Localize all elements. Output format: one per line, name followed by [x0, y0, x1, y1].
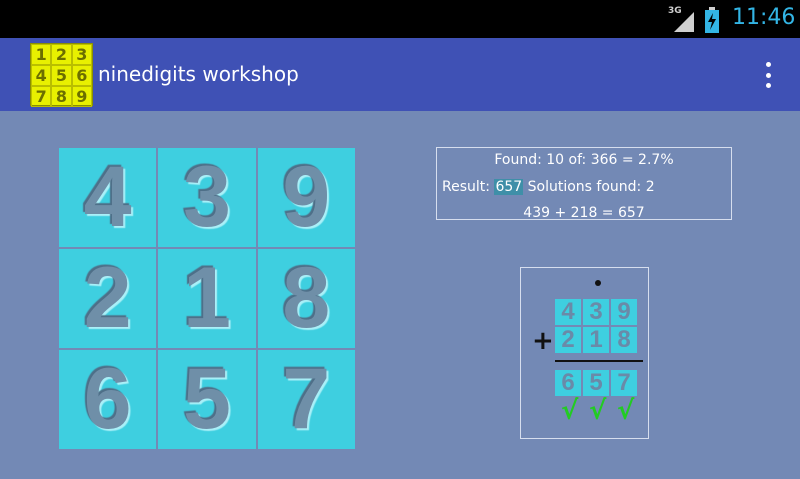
status-bar: 3G 11:46: [0, 0, 800, 38]
found-text: Found: 10 of: 366 = 2.7%: [494, 152, 674, 168]
digit-cell[interactable]: 1: [158, 249, 256, 348]
check-icon: √: [589, 396, 607, 426]
battery-charging-icon: [705, 7, 719, 33]
logo-digit: 8: [51, 86, 72, 107]
addend-digit: 8: [611, 326, 637, 353]
logo-digit: 3: [71, 44, 92, 65]
sum-row: 6 5 7: [555, 369, 637, 396]
sum-line: [555, 360, 643, 362]
logo-digit: 7: [31, 86, 52, 107]
addend-digit: 9: [611, 298, 637, 325]
logo-digit: 2: [51, 44, 72, 65]
addend-digit: 3: [583, 298, 609, 325]
sum-digit: 6: [555, 369, 581, 396]
digit-cell[interactable]: 3: [158, 148, 256, 247]
logo-digit: 5: [51, 65, 72, 86]
digit-cell[interactable]: 5: [158, 350, 256, 449]
addend-row-2: 2 1 8: [555, 326, 637, 353]
result-label: Result:: [442, 179, 490, 195]
logo-digit: 6: [71, 65, 92, 86]
solutions-text: Solutions found: 2: [527, 179, 655, 195]
result-line: Result: 657 Solutions found: 2: [442, 179, 655, 195]
overflow-menu-icon[interactable]: [758, 62, 778, 88]
sum-digit: 5: [583, 369, 609, 396]
sum-digit: 7: [611, 369, 637, 396]
addition-panel: 4 3 9 2 1 8 + 6 5 7 √ √ √: [520, 267, 649, 439]
digit-cell[interactable]: 4: [59, 148, 157, 247]
digit-cell[interactable]: 6: [59, 350, 157, 449]
check-icon: √: [561, 396, 579, 426]
digit-grid: 4 3 9 2 1 8 6 5 7: [59, 148, 355, 449]
info-panel: Found: 10 of: 366 = 2.7% Result: 657 Sol…: [436, 147, 732, 221]
signal-icon: [674, 12, 694, 32]
addend-digit: 4: [555, 298, 581, 325]
plus-sign: +: [532, 326, 554, 356]
digit-cell[interactable]: 9: [257, 148, 355, 247]
digit-cell[interactable]: 2: [59, 249, 157, 348]
logo-digit: 1: [31, 44, 52, 65]
digit-cell[interactable]: 7: [257, 350, 355, 449]
addend-digit: 2: [555, 326, 581, 353]
clock: 11:46: [732, 5, 796, 30]
addend-digit: 1: [583, 326, 609, 353]
app-logo: 1 2 3 4 5 6 7 8 9: [30, 43, 93, 107]
carry-dot: [595, 280, 601, 286]
equation-text: 439 + 218 = 657: [523, 205, 645, 221]
app-bar: 1 2 3 4 5 6 7 8 9 ninedigits workshop: [0, 38, 800, 111]
digit-cell[interactable]: 8: [257, 249, 355, 348]
logo-digit: 4: [31, 65, 52, 86]
check-icon: √: [617, 396, 635, 426]
addend-row-1: 4 3 9: [555, 298, 637, 325]
logo-digit: 9: [71, 86, 92, 107]
result-value[interactable]: 657: [494, 179, 524, 195]
app-title: ninedigits workshop: [98, 62, 299, 86]
